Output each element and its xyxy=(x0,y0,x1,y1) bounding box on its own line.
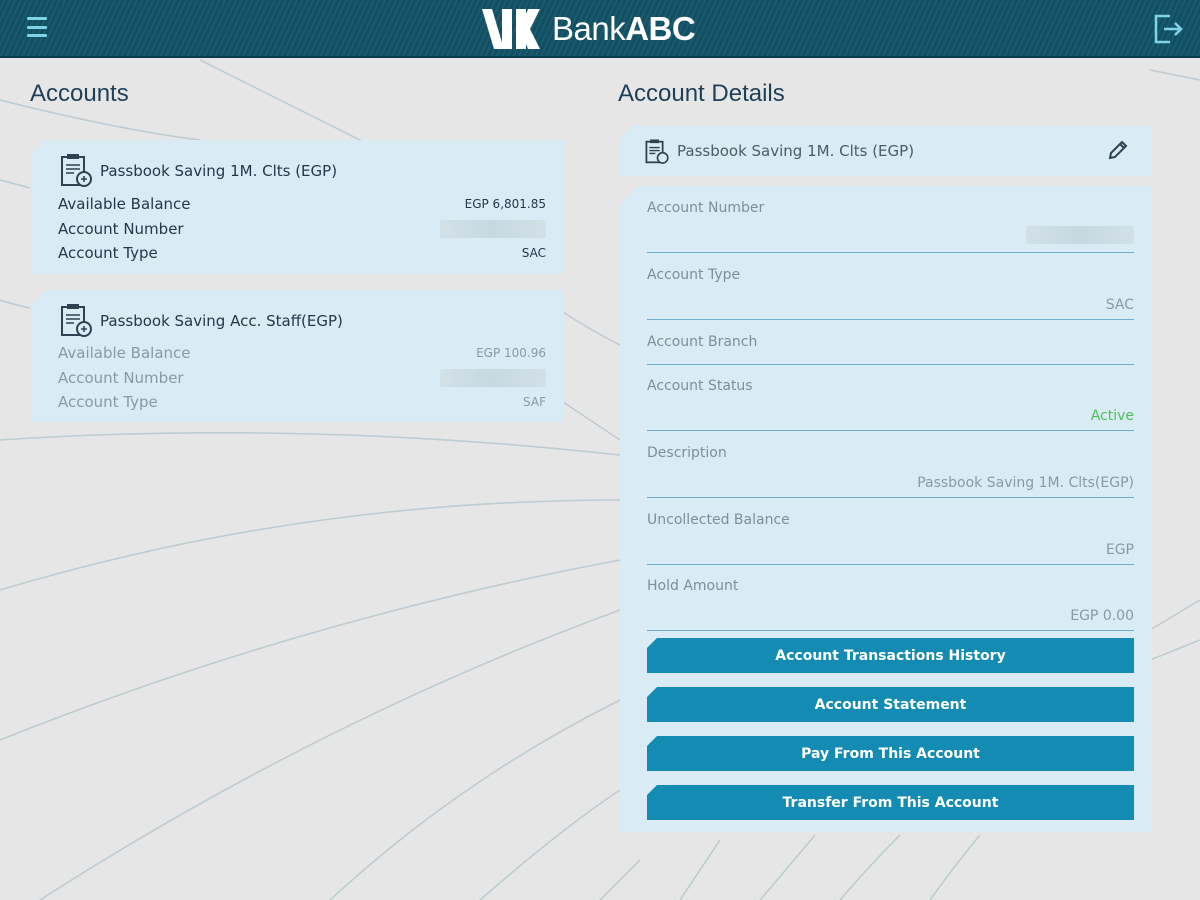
pay-from-account-button[interactable]: Pay From This Account xyxy=(647,736,1134,771)
account-branch-field: Account Branch xyxy=(647,334,1134,365)
hold-amount-field: Hold Amount EGP 0.00 xyxy=(647,578,1134,631)
uncollected-balance-field: Uncollected Balance EGP xyxy=(647,512,1134,565)
field-label: Account Number xyxy=(647,200,765,216)
bank-logo-mark-icon xyxy=(482,9,540,49)
account-type-value: SAF xyxy=(523,395,546,409)
available-balance-label: Available Balance xyxy=(58,344,191,362)
masked-account-number xyxy=(440,220,546,238)
bank-name-regular: Bank xyxy=(552,10,626,47)
description-field: Description Passbook Saving 1M. Clts(EGP… xyxy=(647,445,1134,498)
masked-account-number xyxy=(440,369,546,387)
field-label: Account Status xyxy=(647,378,753,394)
account-type-row: Account Type SAF xyxy=(58,392,546,412)
field-label: Description xyxy=(647,445,727,461)
account-type-label: Account Type xyxy=(58,244,158,262)
transfer-from-account-button[interactable]: Transfer From This Account xyxy=(647,785,1134,820)
field-value: EGP 0.00 xyxy=(1070,608,1134,624)
account-details-title: Account Details xyxy=(618,80,785,107)
account-status-field: Account Status Active xyxy=(647,378,1134,431)
account-card-header: Passbook Saving Acc. Staff(EGP) xyxy=(56,302,343,340)
pencil-icon[interactable] xyxy=(1106,138,1130,162)
account-card-title: Passbook Saving 1M. Clts (EGP) xyxy=(100,162,338,180)
passbook-icon xyxy=(61,154,92,187)
top-navigation-bar: BankABC xyxy=(0,0,1200,58)
account-card-header: Passbook Saving 1M. Clts (EGP) xyxy=(56,152,337,190)
account-type-field: Account Type SAC xyxy=(647,267,1134,320)
available-balance-row: Available Balance EGP 6,801.85 xyxy=(58,194,546,214)
account-number-row: Account Number xyxy=(58,368,546,388)
available-balance-row: Available Balance EGP 100.96 xyxy=(58,343,546,363)
account-card-title: Passbook Saving Acc. Staff(EGP) xyxy=(100,312,343,330)
available-balance-label: Available Balance xyxy=(58,195,191,213)
masked-account-number xyxy=(1026,226,1134,244)
field-value: Passbook Saving 1M. Clts(EGP) xyxy=(917,475,1134,491)
account-details-panel: Account Number Account Type SAC Account … xyxy=(620,186,1152,832)
field-label: Hold Amount xyxy=(647,578,739,594)
field-label: Account Type xyxy=(647,267,741,283)
account-number-label: Account Number xyxy=(58,369,184,387)
selected-account-name: Passbook Saving 1M. Clts (EGP) xyxy=(677,142,915,160)
bank-name: BankABC xyxy=(552,10,696,48)
field-value: EGP xyxy=(1105,542,1134,558)
account-type-row: Account Type SAC xyxy=(58,243,546,263)
bank-logo: BankABC xyxy=(480,6,696,52)
available-balance-value: EGP 6,801.85 xyxy=(464,197,546,211)
account-card[interactable]: Passbook Saving 1M. Clts (EGP) Available… xyxy=(32,140,564,274)
accounts-title: Accounts xyxy=(30,80,129,107)
transactions-history-button[interactable]: Account Transactions History xyxy=(647,638,1134,673)
field-value: SAC xyxy=(1105,297,1134,313)
bank-name-bold: ABC xyxy=(625,10,696,47)
available-balance-value: EGP 100.96 xyxy=(476,346,546,360)
passbook-icon xyxy=(61,304,92,337)
selected-account-header: Passbook Saving 1M. Clts (EGP) xyxy=(620,126,1152,176)
account-number-field: Account Number xyxy=(647,200,1134,253)
account-type-value: SAC xyxy=(521,246,546,260)
passbook-icon xyxy=(645,139,669,164)
account-number-row: Account Number xyxy=(58,219,546,239)
field-label: Uncollected Balance xyxy=(647,512,790,528)
status-value: Active xyxy=(1090,408,1134,424)
account-type-label: Account Type xyxy=(58,393,158,411)
account-card[interactable]: Passbook Saving Acc. Staff(EGP) Availabl… xyxy=(32,290,564,422)
account-number-label: Account Number xyxy=(58,220,184,238)
hamburger-menu-icon[interactable] xyxy=(24,14,50,40)
account-statement-button[interactable]: Account Statement xyxy=(647,687,1134,722)
field-label: Account Branch xyxy=(647,334,758,350)
logout-icon[interactable] xyxy=(1150,12,1184,46)
